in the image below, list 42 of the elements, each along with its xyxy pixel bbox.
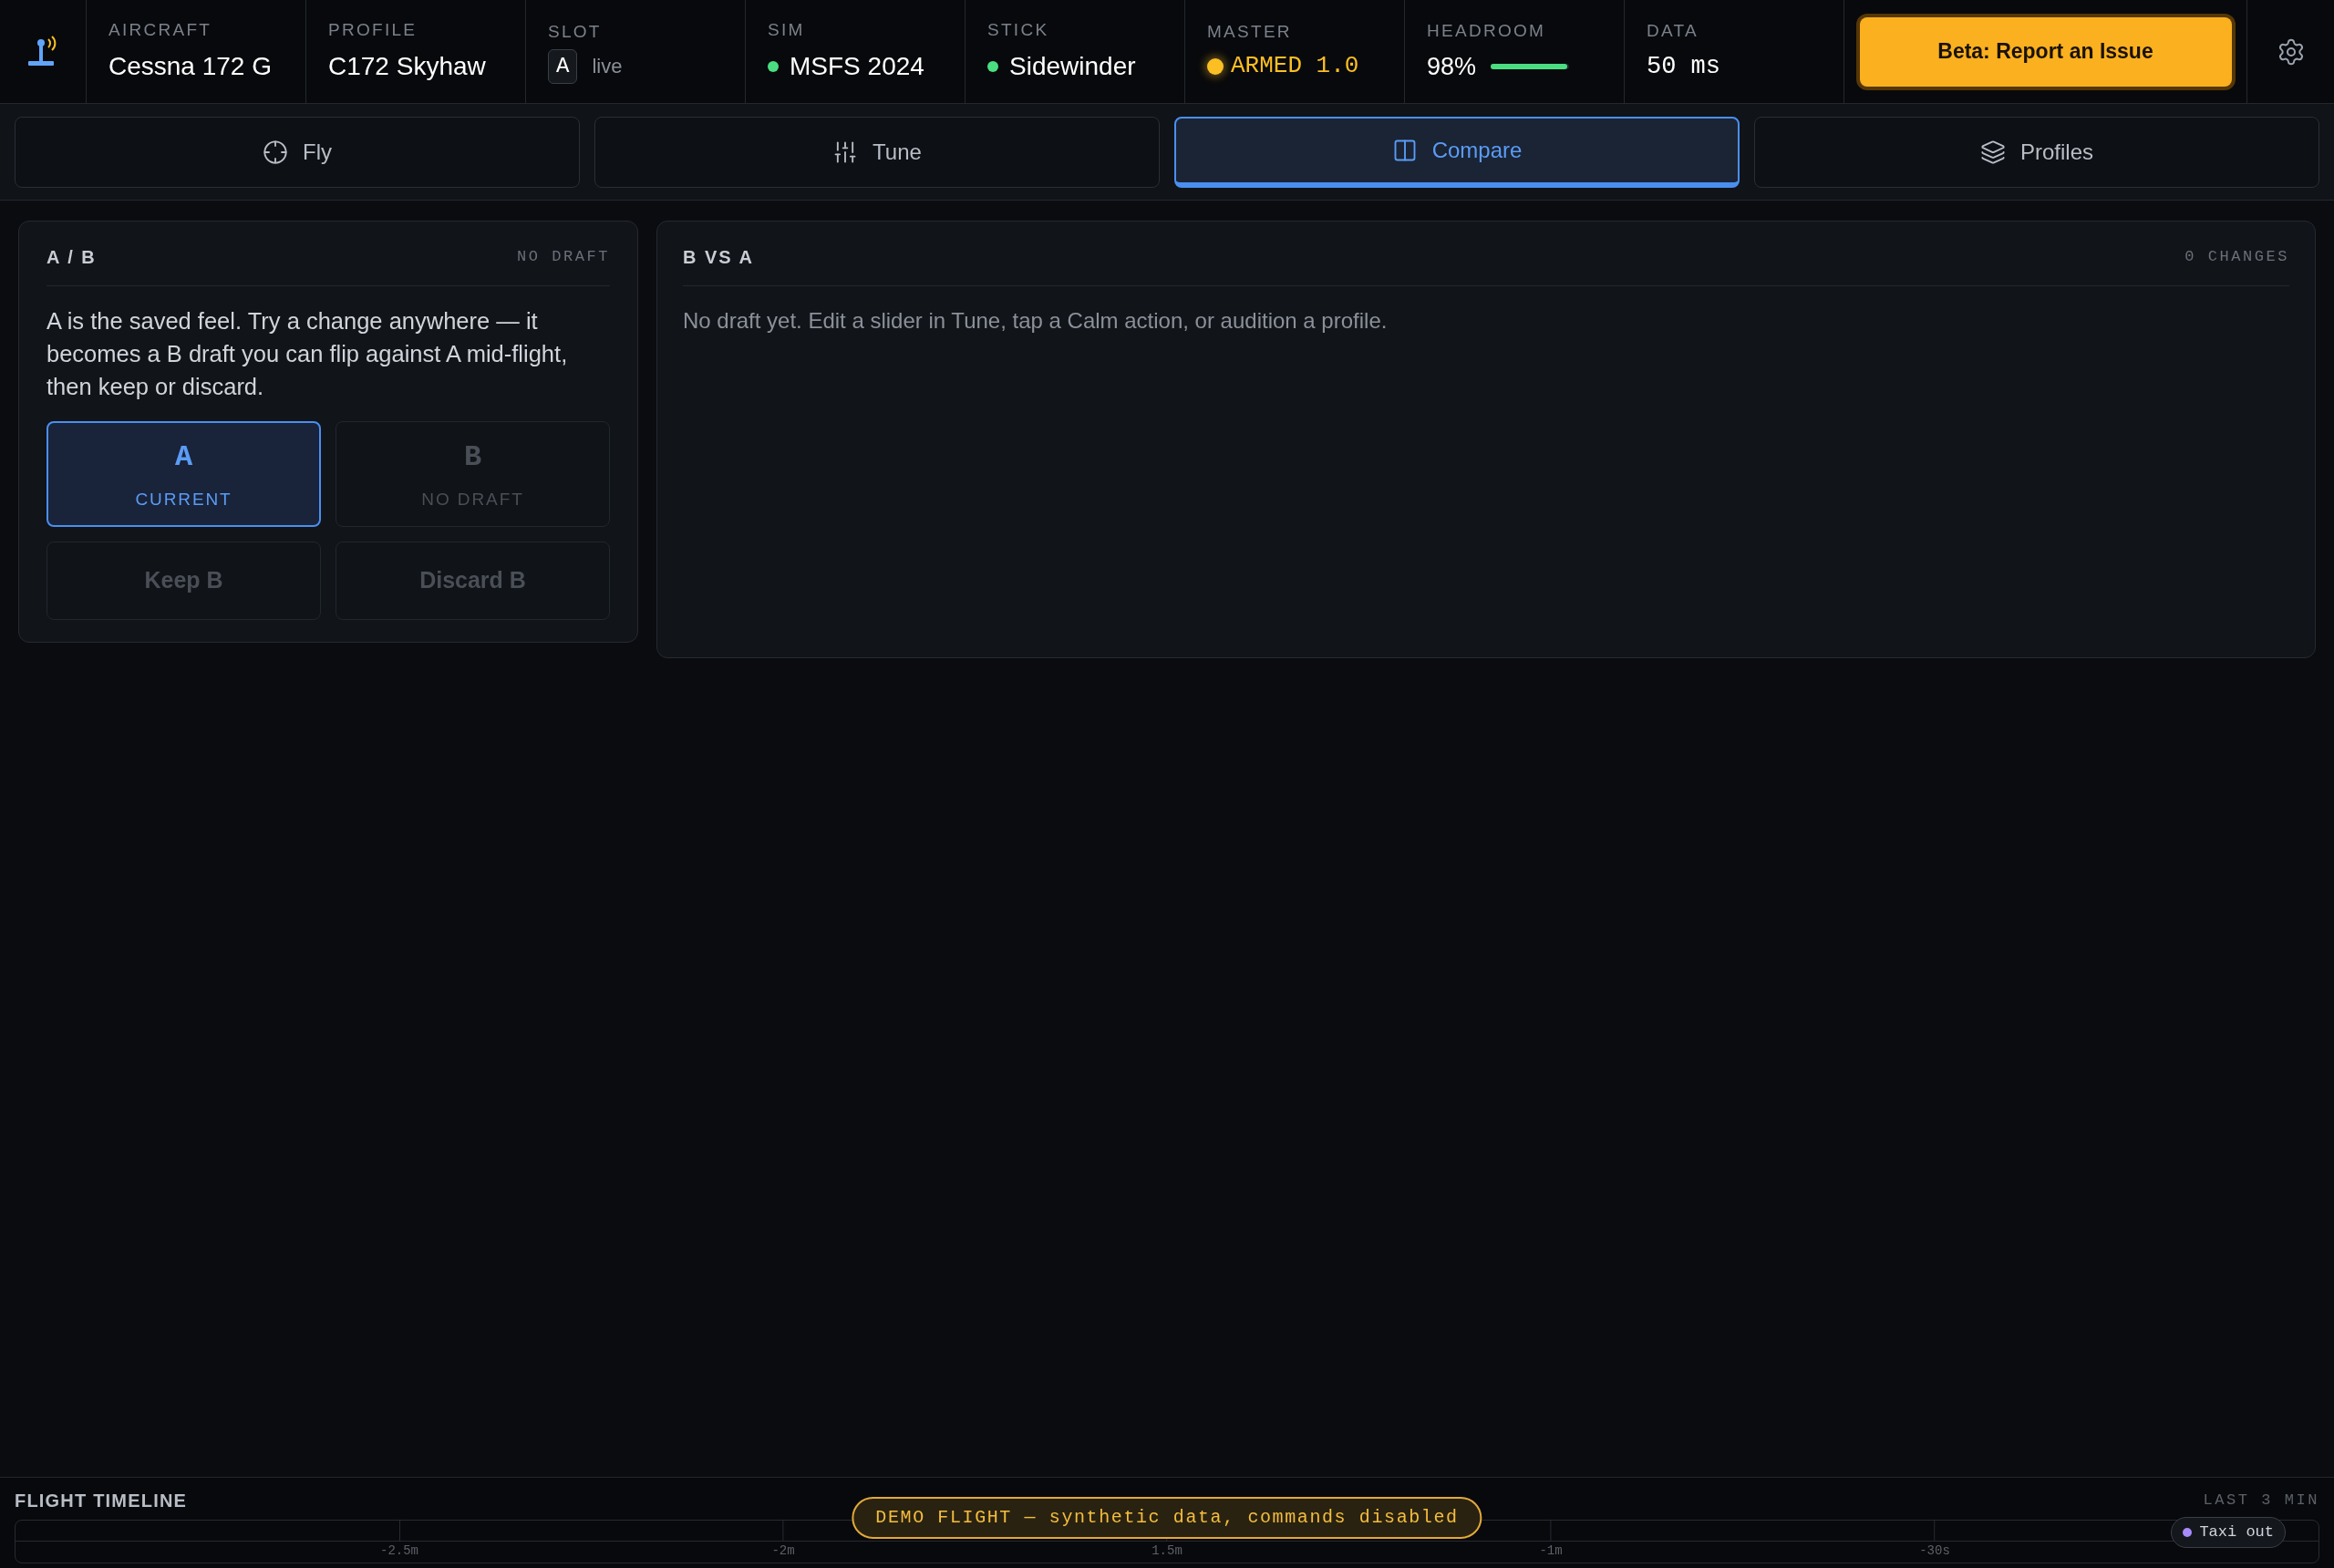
header-value: MSFS 2024 — [790, 50, 924, 82]
header-label: HEADROOM — [1427, 20, 1547, 42]
header-value: C172 Skyhaw — [328, 50, 487, 82]
timeline-title: FLIGHT TIMELINE — [15, 1490, 188, 1512]
card-status: NO DRAFT — [517, 247, 610, 268]
empty-message: No draft yet. Edit a slider in Tune, tap a Calm action, or audition a profile. — [683, 307, 1389, 335]
header-label: AIRCRAFT — [108, 19, 213, 42]
header-label: PROFILE — [328, 19, 418, 42]
nav-tab[interactable]: Compare — [1174, 116, 1740, 188]
header-value: Cessna 172 G — [108, 50, 273, 82]
variant-option[interactable]: A CURRENT — [46, 421, 321, 527]
tick-label: -2m — [771, 1542, 795, 1560]
tick-label: 1.5m — [1152, 1542, 1182, 1560]
slot-badge: A — [548, 48, 578, 84]
header-value: Sidewinder — [1009, 50, 1136, 82]
card-title: A / B — [46, 246, 97, 269]
nav-tab[interactable]: Profiles — [1754, 116, 2319, 188]
demo-banner: DEMO FLIGHT — synthetic data, commands disabled — [852, 1497, 1482, 1539]
tick-label: -30s — [1919, 1542, 1950, 1560]
tick-label: -1m — [1539, 1542, 1563, 1560]
card-title: B VS A — [683, 246, 754, 269]
header-value: ARMED 1.0 — [1231, 51, 1359, 82]
nav-tab[interactable]: Fly — [15, 116, 580, 188]
header-label: DATA — [1647, 20, 1699, 42]
card-description: A is the saved feel. Try a change anywhere — it becomes a B draft you can flip against A mid-flight, then keep or discard. — [46, 307, 569, 401]
event-chip[interactable]: Taxi out — [2171, 1517, 2286, 1548]
header-label: MASTER — [1207, 20, 1293, 43]
timeline-range: LAST 3 MIN — [2203, 1491, 2319, 1511]
target-icon — [263, 139, 288, 165]
header-label: STICK — [987, 19, 1050, 42]
header-value: 98% — [1427, 51, 1477, 82]
armed-indicator-icon — [1207, 57, 1224, 75]
slot-status: live — [592, 54, 623, 80]
card-status: 0 CHANGES — [2184, 247, 2289, 268]
header-value: 50 ms — [1647, 51, 1721, 82]
nav-tab[interactable]: Tune — [594, 116, 1160, 188]
header-label: SLOT — [548, 21, 603, 44]
layers-icon — [1980, 139, 2006, 165]
event-label: Taxi out — [2199, 1522, 2274, 1543]
header-label: SIM — [768, 19, 806, 42]
tick-label: -2.5m — [380, 1542, 418, 1560]
report-issue-button[interactable]: Beta: Report an Issue — [1859, 16, 2232, 87]
